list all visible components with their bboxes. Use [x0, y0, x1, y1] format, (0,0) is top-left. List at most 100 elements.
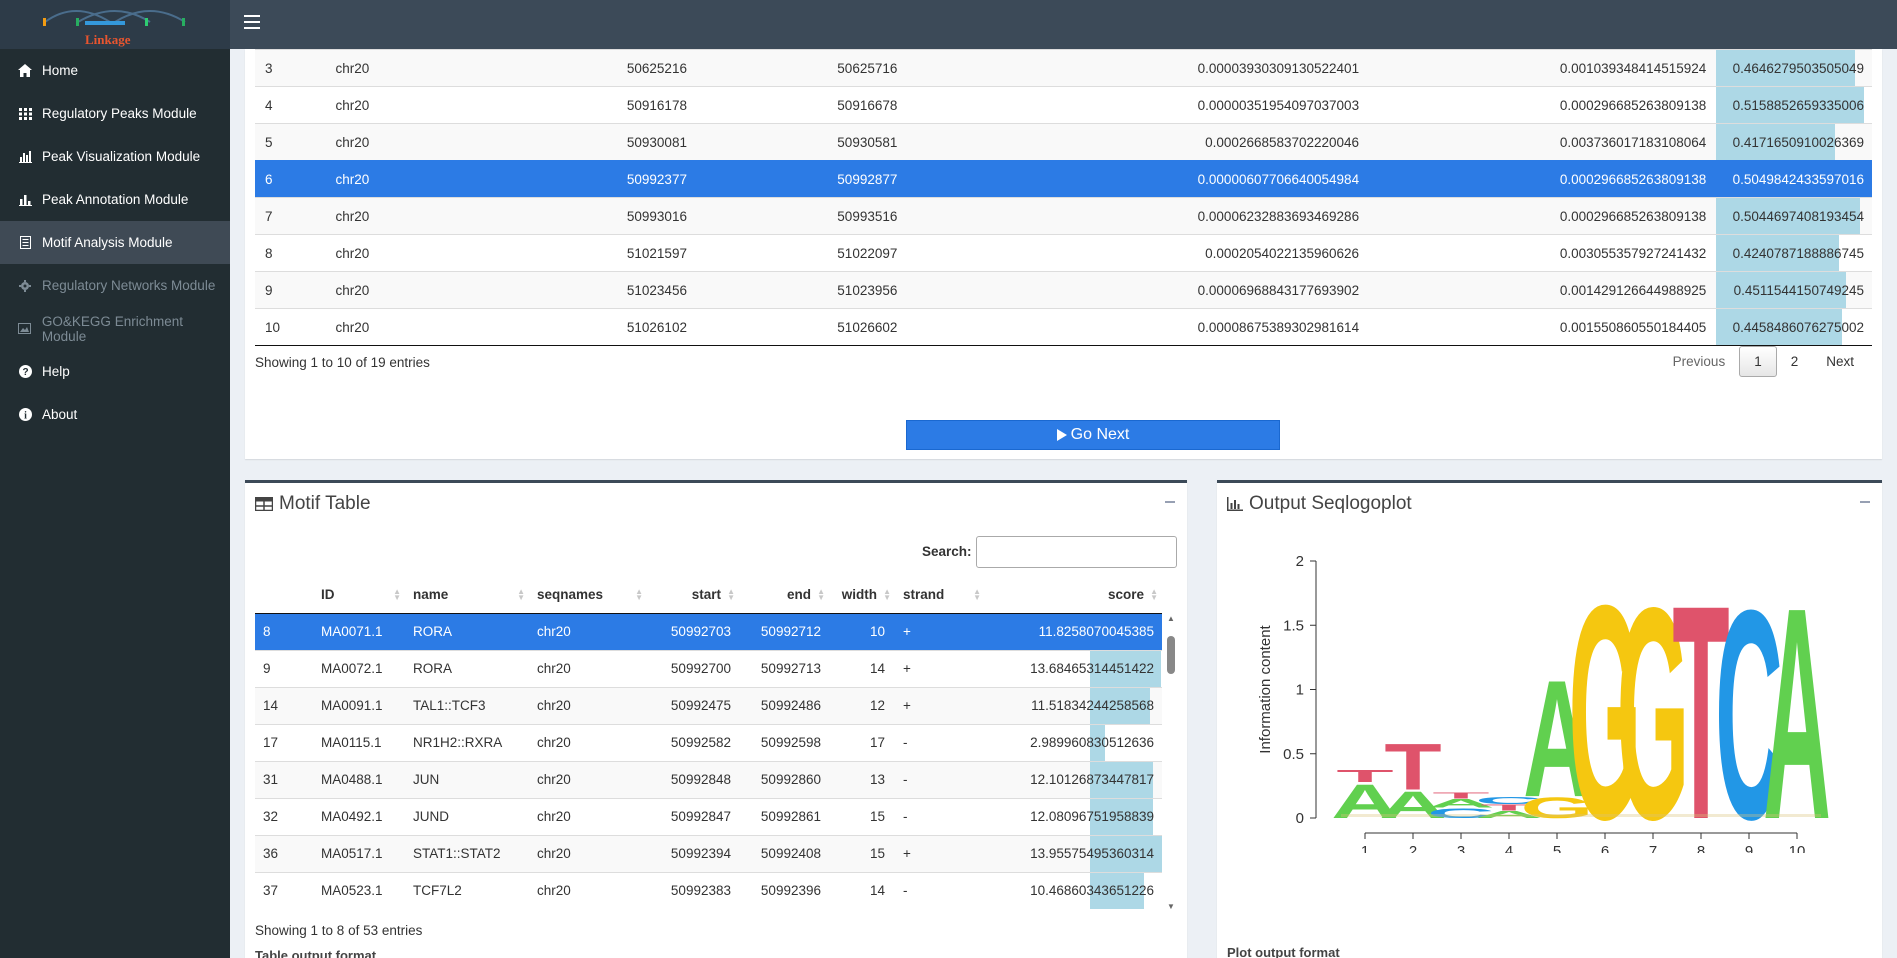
table-icon — [255, 497, 273, 511]
peak-padj-cell: 0.001550860550184405 — [1369, 308, 1717, 346]
peak-score-cell: 0.5049842433597016 — [1716, 160, 1872, 198]
motif-seqnames-cell: chr20 — [529, 686, 647, 724]
peak-row[interactable]: 10 chr20 51026102 51026602 0.000086753893029… — [255, 308, 1872, 346]
score-value: 0.5049842433597016 — [1732, 171, 1864, 187]
col-header-seqnames[interactable]: seqnames ▲ ▼ — [529, 577, 647, 614]
motif-id-cell: MA0115.1 — [313, 723, 405, 761]
col-header-start[interactable]: start ▲ ▼ — [647, 577, 739, 614]
sidebar-item-help[interactable]: ? Help — [0, 350, 230, 393]
peak-start-cell: 51026102 — [616, 308, 828, 346]
col-header-end[interactable]: end ▲ ▼ — [739, 577, 829, 614]
sort-icon: ▲ ▼ — [517, 587, 525, 602]
peak-score-cell: 0.4171650910026369 — [1716, 123, 1872, 161]
grid-icon — [18, 107, 32, 121]
sidebar-item-home[interactable]: Home — [0, 49, 230, 92]
seqlogo-title: Output Seqlogoplot — [1227, 493, 1412, 515]
sidebar-toggle-icon[interactable] — [244, 15, 260, 29]
peak-row[interactable]: 3 chr20 50625216 50625716 0.0000393030913052… — [255, 49, 1872, 87]
motif-id-cell: MA0072.1 — [313, 649, 405, 687]
peak-index-cell: 3 — [255, 49, 326, 87]
peak-row[interactable]: 6 chr20 50992377 50992877 0.0000060770664005… — [255, 160, 1872, 198]
motif-name-cell: RORA — [405, 649, 529, 687]
motif-name-cell: TAL1::TCF3 — [405, 686, 529, 724]
sidebar-item-peak-annotation[interactable]: Peak Annotation Module — [0, 178, 230, 221]
motif-row[interactable]: 37 MA0523.1 TCF7L2 chr20 50992383 50992396 14-… — [255, 871, 1162, 909]
motif-seqnames-cell: chr20 — [529, 760, 647, 798]
sidebar-item-label: Regulatory Peaks Module — [42, 106, 197, 121]
scroll-up-icon[interactable]: ▲ — [1167, 614, 1175, 623]
motif-row[interactable]: 14 MA0091.1 TAL1::TCF3 chr20 50992475 5099248… — [255, 686, 1162, 724]
peak-chr-cell: chr20 — [325, 86, 617, 124]
logo-baseline-residue — [1341, 814, 1821, 817]
motif-search-input[interactable] — [976, 536, 1177, 568]
peak-end-cell: 50625716 — [827, 49, 996, 87]
pagination-page-2[interactable]: 2 — [1777, 346, 1813, 377]
sidebar-item-about[interactable]: i About — [0, 393, 230, 436]
motif-table-scrollbar[interactable]: ▲ ▼ — [1164, 614, 1178, 911]
motif-start-cell: 50992703 — [647, 612, 739, 650]
motif-table-title-text: Motif Table — [279, 493, 371, 514]
peak-chr-cell: chr20 — [325, 123, 617, 161]
col-header-strand[interactable]: strand ▲ ▼ — [895, 577, 985, 614]
scroll-down-icon[interactable]: ▼ — [1167, 902, 1175, 911]
logo[interactable]: Linkage — [0, 0, 230, 49]
sidebar-item-regulatory-peaks[interactable]: Regulatory Peaks Module — [0, 92, 230, 135]
home-icon — [18, 64, 32, 78]
pagination-previous[interactable]: Previous — [1659, 346, 1740, 377]
pagination-page-1[interactable]: 1 — [1739, 346, 1777, 377]
motif-row[interactable]: 36 MA0517.1 STAT1::STAT2 chr20 50992394 50992… — [255, 834, 1162, 872]
motif-row[interactable]: 8 MA0071.1 RORA chr20 50992703 50992712 10 +11.… — [255, 612, 1162, 650]
gear-icon — [18, 279, 32, 293]
col-header-score[interactable]: score ▲ ▼ — [985, 577, 1162, 614]
y-tick-label: 1 — [1296, 682, 1304, 699]
pagination-next[interactable]: Next — [1812, 346, 1868, 377]
motif-width-cell: 14 — [829, 649, 895, 687]
motif-width-cell: 15 — [829, 834, 895, 872]
peak-chr-cell: chr20 — [325, 160, 617, 198]
collapse-seqlogo-panel-button[interactable] — [1860, 501, 1870, 503]
motif-row[interactable]: 9 MA0072.1 RORA chr20 50992700 50992713 14 +13.… — [255, 649, 1162, 687]
x-tick-label: 4 — [1505, 843, 1513, 853]
motif-row[interactable]: 31 MA0488.1 JUN chr20 50992848 50992860 13- 12.… — [255, 760, 1162, 798]
motif-id-cell: MA0071.1 — [313, 612, 405, 650]
motif-row[interactable]: 17 MA0115.1 NR1H2::RXRA chr20 50992582 509925… — [255, 723, 1162, 761]
peak-row[interactable]: 9 chr20 51023456 51023956 0.0000696884317769… — [255, 271, 1872, 309]
sidebar-item-label: Peak Visualization Module — [42, 149, 201, 164]
motif-table-info: Showing 1 to 8 of 53 entries — [255, 923, 423, 938]
motif-name-cell: NR1H2::RXRA — [405, 723, 529, 761]
sidebar-item-peak-visualization[interactable]: Peak Visualization Module — [0, 135, 230, 178]
motif-index-cell: 8 — [255, 612, 313, 650]
motif-seqnames-cell: chr20 — [529, 649, 647, 687]
sidebar-item-label: Motif Analysis Module — [42, 235, 173, 250]
motif-row[interactable]: 32 MA0492.1 JUND chr20 50992847 50992861 15- 12… — [255, 797, 1162, 835]
sidebar-item-motif-analysis[interactable]: Motif Analysis Module — [0, 221, 230, 264]
list-icon — [18, 236, 32, 250]
sort-icon: ▲ ▼ — [883, 587, 891, 602]
score-value: 12.08096751958839 — [1030, 809, 1154, 824]
motif-name-cell: TCF7L2 — [405, 871, 529, 909]
motif-end-cell: 50992712 — [739, 612, 829, 650]
motif-end-cell: 50992713 — [739, 649, 829, 687]
col-header-id[interactable]: ID ▲ ▼ — [313, 577, 405, 614]
go-next-button[interactable]: Go Next — [906, 420, 1280, 450]
col-header-name[interactable]: name ▲ ▼ — [405, 577, 529, 614]
peak-end-cell: 51022097 — [827, 234, 996, 272]
collapse-motif-panel-button[interactable] — [1165, 501, 1175, 503]
motif-score-cell: 13.95575495360314 — [985, 834, 1162, 872]
sidebar-item-label: Peak Annotation Module — [42, 192, 189, 207]
peak-row[interactable]: 4 chr20 50916178 50916678 0.0000035195409703… — [255, 86, 1872, 124]
motif-strand-cell: + — [895, 686, 985, 724]
peak-row[interactable]: 5 chr20 50930081 50930581 0.0002668583702220… — [255, 123, 1872, 161]
peaks-table-info: Showing 1 to 10 of 19 entries — [255, 355, 430, 370]
motif-index-cell: 36 — [255, 834, 313, 872]
col-header-width[interactable]: width ▲ ▼ — [829, 577, 895, 614]
col-header-index[interactable] — [255, 577, 313, 614]
peak-chr-cell: chr20 — [325, 197, 617, 235]
score-value: 10.46860343651226 — [1030, 883, 1154, 899]
peak-score-cell: 0.5044697408193454 — [1716, 197, 1872, 235]
peak-chr-cell: chr20 — [325, 308, 617, 346]
sidebar: Linkage Home Regulatory Peaks Module Pea… — [0, 0, 230, 958]
scrollbar-thumb[interactable] — [1167, 636, 1175, 674]
peak-row[interactable]: 7 chr20 50993016 50993516 0.0000623288369346… — [255, 197, 1872, 235]
peak-row[interactable]: 8 chr20 51021597 51022097 0.0002054022135960… — [255, 234, 1872, 272]
